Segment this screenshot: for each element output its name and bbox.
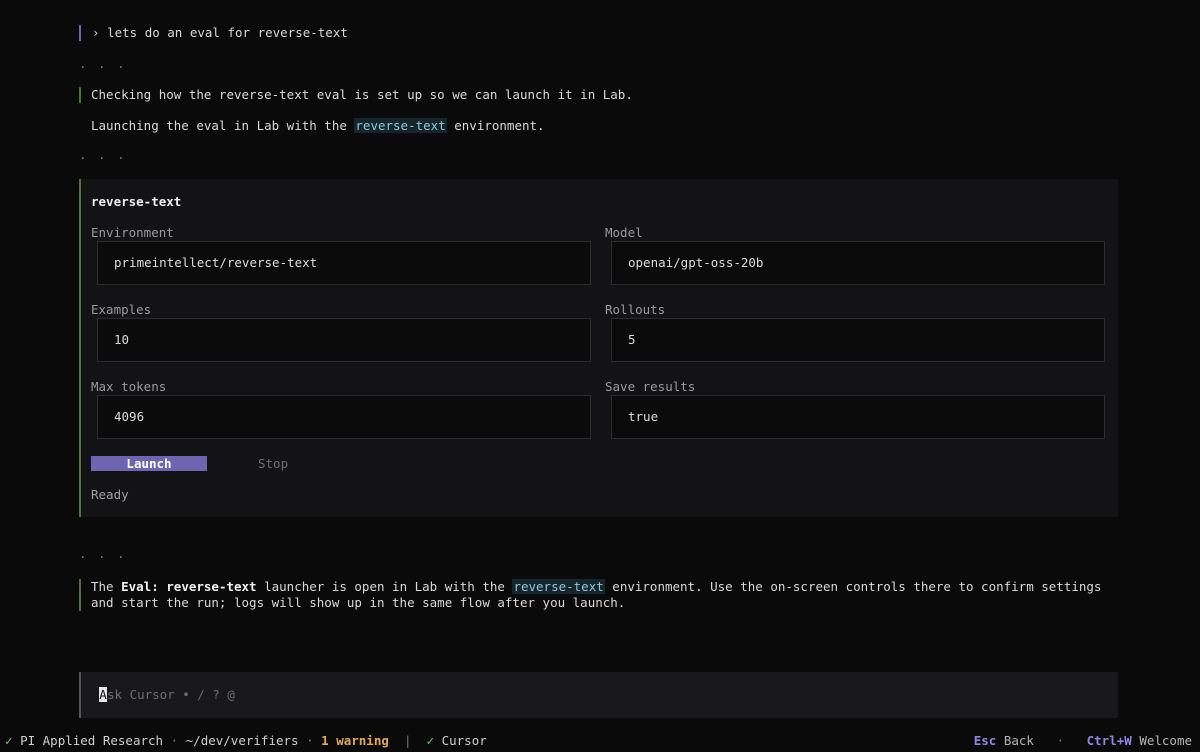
examples-field[interactable]: 10	[97, 318, 591, 362]
launch-button[interactable]: Launch	[91, 456, 207, 471]
assistant-message-2-suffix: environment.	[446, 118, 545, 133]
ellipsis-separator: . . .	[79, 56, 127, 71]
ellipsis-separator: . . .	[79, 546, 127, 561]
model-label: Model	[605, 225, 643, 240]
user-message: › lets do an eval for reverse-text	[79, 25, 348, 41]
separator-pipe: |	[403, 733, 412, 748]
environment-highlight: reverse-text	[354, 118, 447, 133]
stop-button[interactable]: Stop	[258, 456, 288, 471]
rollouts-label: Rollouts	[605, 302, 666, 317]
environment-label: Environment	[91, 225, 174, 240]
warning-count[interactable]: 1 warning	[321, 733, 389, 748]
check-icon: ✓	[426, 733, 435, 748]
chat-input-placeholder: Ask Cursor • / ? @	[99, 687, 235, 702]
workspace-name[interactable]: PI Applied Research	[20, 733, 163, 748]
save-results-field[interactable]: true	[611, 395, 1105, 439]
final-prefix: The	[91, 579, 122, 594]
status-bar-right: Esc Back · Ctrl+W Welcome	[974, 732, 1192, 750]
ellipsis-separator: . . .	[79, 147, 127, 162]
welcome-action[interactable]: Welcome	[1139, 733, 1192, 748]
max-tokens-field[interactable]: 4096	[97, 395, 591, 439]
back-action[interactable]: Back	[1004, 733, 1034, 748]
environment-highlight: reverse-text	[512, 579, 605, 594]
ctrl-w-key-hint: Ctrl+W	[1086, 733, 1132, 748]
esc-key-hint: Esc	[973, 733, 997, 748]
separator-dot: ·	[306, 733, 314, 748]
examples-label: Examples	[91, 302, 152, 317]
user-message-text: lets do an eval for reverse-text	[107, 25, 348, 40]
assistant-message-2: Launching the eval in Lab with the rever…	[91, 118, 545, 134]
status-bar: ✓ PI Applied Research · ~/dev/verifiers …	[0, 732, 1200, 750]
max-tokens-label: Max tokens	[91, 379, 167, 394]
rollouts-field[interactable]: 5	[611, 318, 1105, 362]
working-directory: ~/dev/verifiers	[185, 733, 299, 748]
terminal-app: › lets do an eval for reverse-text . . .…	[0, 0, 1200, 752]
check-icon: ✓	[5, 733, 13, 748]
separator-dot: ·	[170, 733, 179, 748]
final-mid: launcher is open in Lab with the	[256, 579, 513, 594]
assistant-message-3: The Eval: reverse-text launcher is open …	[79, 579, 1121, 611]
card-title: reverse-text	[91, 194, 182, 209]
assistant-message-1: Checking how the reverse-text eval is se…	[79, 87, 633, 103]
chat-input[interactable]: Ask Cursor • / ? @	[79, 672, 1118, 718]
separator-dot: ·	[1056, 733, 1065, 748]
environment-field[interactable]: primeintellect/reverse-text	[97, 241, 591, 285]
placeholder-text: sk Cursor • / ? @	[107, 687, 235, 702]
agent-name[interactable]: Cursor	[442, 733, 487, 748]
status-bar-left: ✓ PI Applied Research · ~/dev/verifiers …	[5, 732, 487, 750]
text-caret: A	[99, 687, 107, 702]
prompt-marker: ›	[92, 25, 100, 40]
eval-name-bold: Eval: reverse-text	[121, 579, 257, 594]
save-results-label: Save results	[605, 379, 696, 394]
assistant-message-2-prefix: Launching the eval in Lab with the	[91, 118, 355, 133]
model-field[interactable]: openai/gpt-oss-20b	[611, 241, 1105, 285]
eval-launcher-card: reverse-text Environment primeintellect/…	[79, 179, 1118, 517]
run-status: Ready	[91, 487, 129, 502]
